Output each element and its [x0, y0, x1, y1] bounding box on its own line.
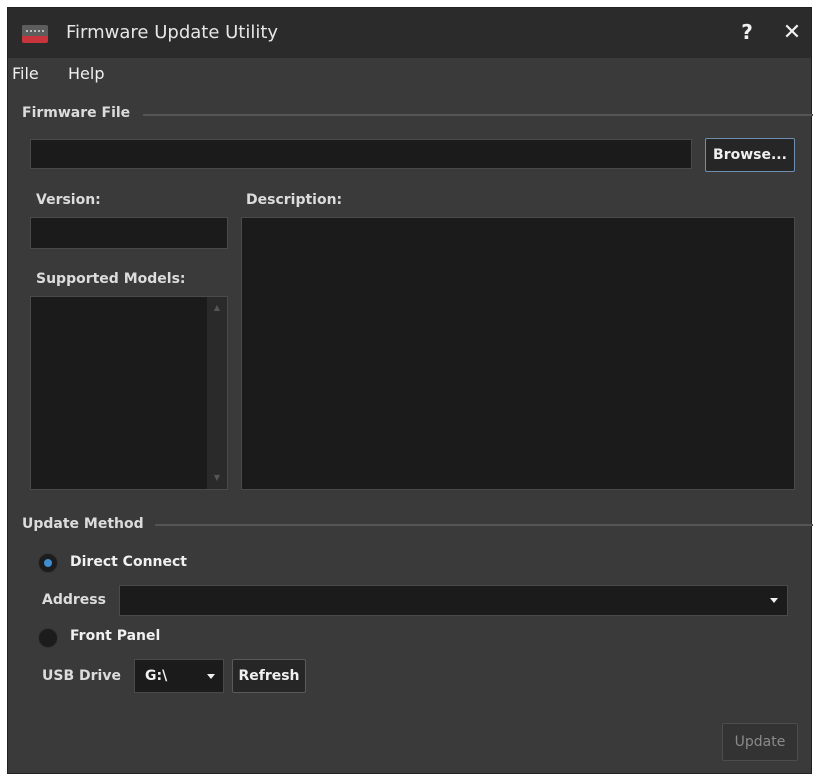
- version-field: [30, 217, 228, 249]
- direct-connect-radio[interactable]: [38, 553, 58, 573]
- scroll-up-icon[interactable]: ▲: [212, 303, 222, 312]
- chevron-down-icon[interactable]: [770, 598, 778, 603]
- direct-connect-label[interactable]: Direct Connect: [70, 554, 187, 570]
- menu-file[interactable]: File: [12, 64, 39, 83]
- supported-models-label: Supported Models:: [36, 271, 186, 287]
- browse-button[interactable]: Browse...: [705, 138, 795, 172]
- radio-selected-dot: [44, 559, 52, 567]
- front-panel-radio[interactable]: [38, 628, 58, 648]
- window-title: Firmware Update Utility: [66, 22, 279, 43]
- menu-bar: File Help: [8, 58, 811, 90]
- usb-drive-label: USB Drive: [42, 668, 121, 684]
- address-combobox[interactable]: [119, 585, 788, 616]
- scroll-down-icon[interactable]: ▼: [212, 473, 222, 482]
- help-icon[interactable]: ?: [737, 18, 757, 46]
- firmware-update-window: Firmware Update Utility ? ✕ File Help Fi…: [7, 7, 813, 774]
- update-method-divider: [155, 524, 813, 526]
- menu-help[interactable]: Help: [68, 64, 104, 83]
- description-label: Description:: [246, 192, 343, 208]
- update-button[interactable]: Update: [722, 723, 798, 761]
- firmware-file-divider: [143, 114, 813, 116]
- title-bar[interactable]: Firmware Update Utility ? ✕: [8, 8, 811, 58]
- close-icon[interactable]: ✕: [780, 19, 804, 47]
- app-icon: [22, 25, 48, 43]
- chevron-down-icon[interactable]: [207, 674, 215, 679]
- firmware-file-path-input[interactable]: [30, 139, 692, 169]
- refresh-button[interactable]: Refresh: [232, 659, 306, 693]
- firmware-file-group-label: Firmware File: [22, 105, 131, 121]
- supported-models-list[interactable]: ▲ ▼: [30, 296, 228, 490]
- address-label: Address: [42, 592, 106, 608]
- models-scrollbar[interactable]: ▲ ▼: [207, 297, 227, 489]
- version-label: Version:: [36, 192, 101, 208]
- update-method-group-label: Update Method: [22, 516, 144, 532]
- usb-drive-combobox[interactable]: G:\: [134, 659, 224, 693]
- front-panel-label[interactable]: Front Panel: [70, 628, 160, 644]
- description-field[interactable]: [241, 217, 795, 490]
